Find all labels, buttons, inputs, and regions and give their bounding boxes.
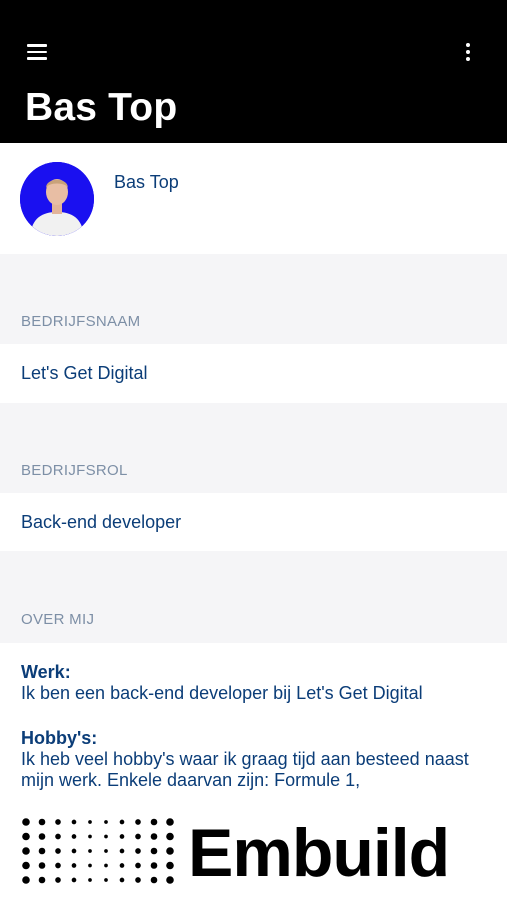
logo-dot — [119, 819, 125, 825]
page-title: Bas Top — [25, 86, 178, 129]
logo-dot — [150, 833, 158, 840]
logo-dot — [55, 862, 61, 869]
logo-dot — [71, 834, 77, 839]
logo-dot — [104, 878, 108, 882]
logo-dot — [135, 877, 141, 883]
logo-dot — [119, 863, 125, 868]
logo-dot — [119, 877, 125, 883]
logo-dot — [88, 878, 92, 882]
logo-dot — [135, 862, 141, 869]
logo-dot — [71, 863, 77, 868]
avatar — [20, 162, 94, 236]
brand-banner: Embuild — [0, 800, 507, 900]
logo-dot — [166, 832, 174, 841]
section-label-about: OVER MIJ — [21, 611, 95, 628]
logo-dot — [22, 818, 30, 826]
logo-dot — [22, 847, 30, 855]
logo-dot — [104, 834, 108, 839]
hamburger-menu-icon[interactable] — [27, 44, 47, 60]
logo-dot — [22, 876, 30, 884]
field-row-role[interactable]: Back-end developer — [0, 493, 507, 551]
logo-dot — [22, 832, 30, 841]
about-section: Werk: Ik ben een back-end developer bij … — [0, 643, 507, 800]
logo-dot — [71, 877, 77, 883]
logo-dot — [150, 862, 158, 869]
logo-dot — [22, 861, 30, 870]
logo-dot — [38, 862, 46, 869]
role-value: Back-end developer — [21, 512, 182, 532]
logo-dot — [135, 833, 141, 840]
work-text: Ik ben een back-end developer bij Let's … — [21, 683, 423, 703]
brand-logo-text: Embuild — [188, 815, 450, 891]
logo-dot — [38, 847, 46, 855]
logo-dot — [55, 877, 61, 883]
logo-dot — [55, 833, 61, 840]
logo-dot — [166, 818, 174, 826]
logo-dot — [104, 849, 108, 853]
field-row-company[interactable]: Let's Get Digital — [0, 344, 507, 403]
logo-dot — [88, 820, 92, 824]
logo-dot — [38, 818, 46, 826]
hobby-heading: Hobby's: — [21, 728, 98, 748]
logo-dot — [166, 876, 174, 884]
logo-dot — [150, 876, 158, 884]
app-bar: Bas Top — [0, 0, 507, 143]
logo-dot — [150, 818, 158, 826]
logo-dot — [71, 819, 77, 825]
logo-dot — [166, 861, 174, 870]
work-heading: Werk: — [21, 662, 71, 682]
logo-dot — [104, 863, 108, 868]
logo-dot — [119, 834, 125, 839]
logo-dot — [104, 820, 108, 824]
logo-dot — [150, 847, 158, 855]
section-label-company: BEDRIJFSNAAM — [21, 313, 141, 330]
hobby-text: Ik heb veel hobby's waar ik graag tijd a… — [21, 749, 469, 790]
logo-dot — [119, 848, 125, 854]
logo-dot — [38, 833, 46, 840]
section-label-role: BEDRIJFSROL — [21, 462, 128, 479]
logo-dot — [38, 876, 46, 884]
company-value: Let's Get Digital — [21, 363, 148, 383]
logo-dot — [88, 849, 92, 853]
logo-dot — [55, 819, 61, 825]
more-vertical-icon[interactable] — [458, 42, 478, 62]
logo-dot — [88, 863, 92, 868]
logo-dot — [166, 847, 174, 855]
logo-dot — [71, 848, 77, 854]
profile-name: Bas Top — [114, 172, 179, 192]
brand-logo-dots — [22, 818, 174, 884]
logo-dot — [135, 848, 141, 854]
logo-dot — [55, 848, 61, 854]
profile-card: Bas Top — [0, 143, 507, 254]
logo-dot — [135, 819, 141, 825]
logo-dot — [88, 834, 92, 839]
